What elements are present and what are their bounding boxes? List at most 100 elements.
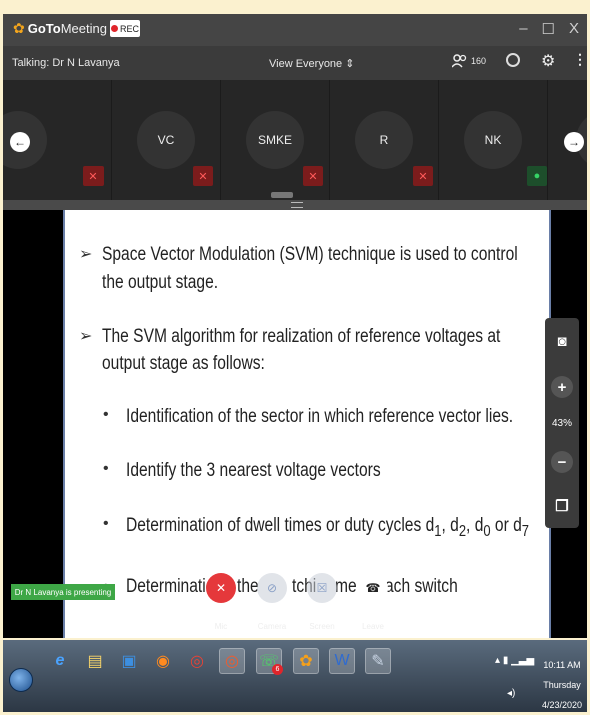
media-player-icon[interactable]: ▣ (116, 648, 142, 674)
windows-taskbar: e ▤ ▣ ◉ ◎ ◎ ☏ 6 ✿ W ✎ ▴ ▮ ▁▃▅ ◂) 10:11 AM… (3, 640, 587, 712)
slide-text: Space Vector Modulation (SVM) technique … (102, 244, 518, 265)
gotomeeting-window: ✿ GoTo Meeting ▼ REC – ☐ X Talking: Dr N… (0, 0, 590, 715)
clock-time: 10:11 AM (543, 660, 581, 670)
mic-off-icon: ✕ (215, 581, 227, 595)
divider-grip-icon[interactable] (291, 202, 303, 208)
more-options-icon[interactable]: ⋮ (573, 51, 587, 68)
mic-label: Mic (214, 622, 228, 631)
chat-bubble-icon[interactable] (506, 53, 520, 67)
screen-button[interactable]: ☒ (307, 573, 337, 603)
mic-active-icon: ● (527, 166, 547, 186)
presenter-badge: Dr N Lavanya is presenting (11, 584, 115, 600)
taskbar-clock[interactable]: 10:11 AM Thursday 4/23/2020 (541, 655, 583, 715)
participant-avatar: SMKE (246, 111, 304, 169)
panel-divider[interactable] (3, 200, 587, 210)
slide-text-fragment: ach switch (385, 576, 458, 597)
slide-text: Determination of dwell times or duty cyc… (126, 513, 529, 544)
mic-muted-icon: ✕ (303, 166, 323, 186)
tray-arrow-icon[interactable]: ▴ (495, 655, 500, 666)
subscript: 7 (521, 522, 530, 540)
title-bar: ✿ GoTo Meeting ▼ REC – ☐ X (3, 14, 587, 46)
people-icon (452, 54, 467, 68)
scroll-right-arrow-icon[interactable]: → (564, 132, 584, 152)
file-explorer-icon[interactable]: ▤ (82, 648, 108, 674)
rec-label: REC (119, 23, 139, 34)
strip-resize-handle[interactable] (271, 192, 293, 198)
participant-avatar: NK (464, 111, 522, 169)
subscript: 1 (434, 522, 442, 540)
dot-bullet-icon: • (103, 406, 109, 423)
slide-text-part: Determination of dwell times or duty cyc… (126, 515, 435, 536)
shared-screen: ➢ Space Vector Modulation (SVM) techniqu… (3, 210, 587, 638)
chrome-icon[interactable]: ◎ (184, 648, 210, 674)
hang-up-icon: ☎ (365, 581, 381, 595)
mic-muted-icon: ✕ (83, 166, 103, 186)
minimize-button[interactable]: – (519, 20, 527, 38)
leave-label: Leave (362, 622, 384, 631)
system-tray: ▴ ▮ ▁▃▅ ◂) (495, 655, 534, 699)
signal-icon[interactable]: ▁▃▅ (511, 655, 534, 666)
camera-snapshot-icon[interactable]: ◙ (551, 330, 573, 352)
leave-button[interactable]: ☎ (358, 573, 388, 603)
zoom-panel: ◙ + 43% − ❐ (545, 318, 579, 528)
slide-text: The SVM algorithm for realization of ref… (102, 326, 501, 347)
subscript: 2 (458, 522, 467, 540)
mic-button[interactable]: ✕ (206, 573, 236, 603)
slide-text-fragment: the (237, 576, 259, 597)
subscript: 0 (483, 522, 491, 540)
scroll-left-arrow-icon[interactable]: ← (10, 132, 30, 152)
start-button[interactable] (9, 668, 33, 692)
slide-text: Identify the 3 nearest voltage vectors (126, 460, 381, 481)
copy-icon[interactable]: ❐ (551, 495, 573, 517)
zoom-percent: 43% (551, 418, 572, 429)
camera-button[interactable]: ⊘ (257, 573, 287, 603)
talking-indicator: Talking: Dr N Lavanya (12, 57, 120, 69)
screen-label: Screen (309, 622, 335, 631)
volume-icon[interactable]: ◂) (507, 688, 534, 699)
slide-text: Identification of the sector in which re… (126, 406, 514, 427)
arrow-bullet-icon: ➢ (79, 246, 93, 263)
firefox-icon[interactable]: ◉ (150, 648, 176, 674)
dot-bullet-icon: • (103, 515, 109, 532)
maximize-button[interactable]: ☐ (542, 20, 555, 38)
slide: ➢ Space Vector Modulation (SVM) techniqu… (63, 210, 551, 638)
clock-date: 4/23/2020 (541, 700, 583, 710)
slide-text: output stage as follows: (102, 353, 265, 374)
recording-badge[interactable]: REC (110, 20, 140, 37)
view-selector[interactable]: View Everyone ⇕ (269, 57, 354, 70)
camera-off-icon: ⊘ (266, 581, 278, 595)
attendee-count: 160 (471, 56, 487, 66)
flag-icon[interactable]: ▮ (503, 655, 509, 666)
app-logo[interactable]: ✿ GoTo Meeting ▼ (13, 20, 122, 37)
participant-strip: M VC 🎙 SMKE R NK ER ✕ ✕ ✕ ✕ ● ← → (3, 80, 587, 200)
view-label: View Everyone (269, 58, 343, 70)
mic-muted-icon: ✕ (413, 166, 433, 186)
zoom-out-button[interactable]: − (551, 451, 573, 473)
gear-icon[interactable]: ⚙ (541, 51, 555, 71)
dot-bullet-icon: • (103, 460, 109, 477)
zoom-in-button[interactable]: + (551, 376, 573, 398)
gotomeeting-taskbar-icon[interactable]: ✿ (293, 648, 319, 674)
paint-icon[interactable]: ✎ (365, 648, 391, 674)
screen-share-off-icon: ☒ (316, 581, 328, 595)
slide-text-fragment: Determinatio (126, 576, 215, 597)
camera-label: Camera (257, 622, 287, 631)
record-dot-icon (110, 25, 118, 32)
arrow-bullet-icon: ➢ (79, 328, 93, 345)
word-icon[interactable]: W (329, 648, 355, 674)
participant-avatar: R (355, 111, 413, 169)
brand-rest: Meeting (60, 21, 107, 36)
whatsapp-icon[interactable]: ☏ 6 (256, 648, 283, 675)
slide-text-fragment: me (335, 576, 357, 597)
attendees-button[interactable]: 160 (452, 54, 486, 68)
mic-muted-icon: ✕ (193, 166, 213, 186)
chrome-active-icon[interactable]: ◎ (219, 648, 245, 674)
close-button[interactable]: X (569, 20, 579, 38)
internet-explorer-icon[interactable]: e (47, 648, 73, 674)
brand-bold: GoTo (27, 21, 61, 36)
notification-badge: 6 (272, 664, 283, 675)
slide-text-part: , d (466, 515, 484, 536)
participant-avatar: VC (137, 111, 195, 169)
window-controls: – ☐ X (519, 20, 579, 38)
gotomeeting-flower-icon: ✿ (13, 20, 25, 36)
